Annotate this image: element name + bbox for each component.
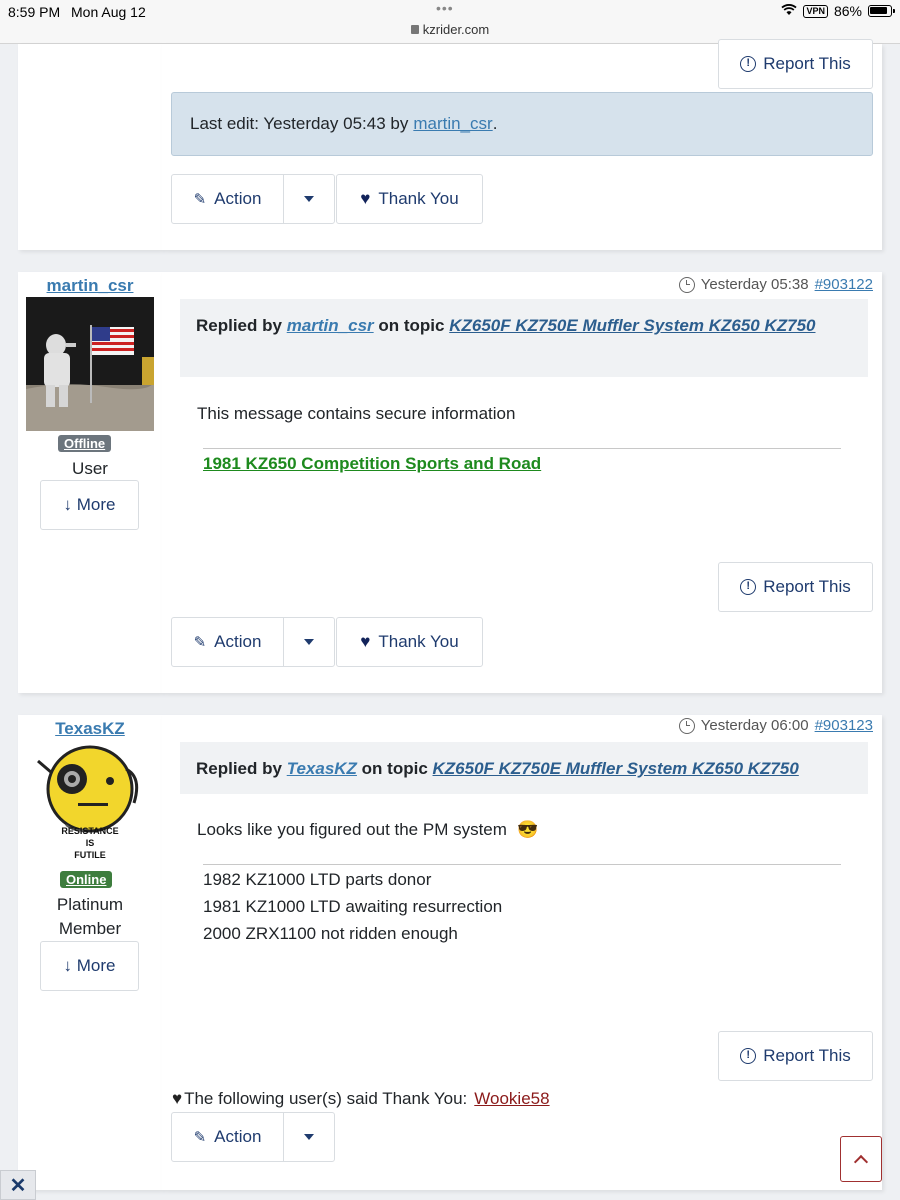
report-button[interactable]: ! Report This xyxy=(718,562,873,612)
joomla-logo-icon[interactable]: ✕ xyxy=(0,1170,36,1200)
caret-down-icon xyxy=(304,196,314,202)
more-button[interactable]: ↓ More xyxy=(40,480,139,530)
reply-header: Replied by TexasKZ on topic KZ650F KZ750… xyxy=(180,742,868,794)
topic-link[interactable]: KZ650F KZ750E Muffler System KZ650 KZ750 xyxy=(433,759,799,778)
reply-user-link[interactable]: martin_csr xyxy=(287,316,374,335)
report-label: Report This xyxy=(763,1046,851,1065)
offline-status-badge[interactable]: Offline xyxy=(58,435,112,452)
action-dropdown-toggle[interactable] xyxy=(283,174,335,224)
action-button[interactable]: ✎ Action xyxy=(171,1112,284,1162)
last-edit-notice: Last edit: Yesterday 05:43 by martin_csr… xyxy=(171,92,873,156)
thanks-list: ♥ The following user(s) said Thank You: … xyxy=(172,1089,550,1109)
url-text: kzrider.com xyxy=(422,22,490,37)
message-column-texaskz: Yesterday 06:00 #903123 Replied by Texas… xyxy=(162,715,882,1190)
message-body: Looks like you figured out the PM system… xyxy=(197,820,539,839)
post-permalink[interactable]: #903123 xyxy=(815,717,873,734)
browser-menu-dots-icon[interactable]: ••• xyxy=(436,0,454,16)
message-body: This message contains secure information xyxy=(197,404,516,423)
post-meta: Yesterday 05:38 #903122 xyxy=(678,276,873,293)
report-button[interactable]: ! Report This xyxy=(718,39,873,89)
reply-header: Replied by martin_csr on topic KZ650F KZ… xyxy=(180,299,868,377)
alert-circle-icon: ! xyxy=(740,56,757,72)
avatar[interactable] xyxy=(26,297,154,431)
battery-icon xyxy=(868,5,895,17)
thank-you-button[interactable]: ♥ Thank You xyxy=(336,617,483,667)
alert-circle-icon: ! xyxy=(740,1048,757,1064)
clock-icon xyxy=(678,276,695,293)
status-bar: 8:59 PM Mon Aug 12 ••• kzrider.com VPN 8… xyxy=(0,0,900,44)
online-status-badge[interactable]: Online xyxy=(60,871,113,888)
status-date: Mon Aug 12 xyxy=(71,4,146,20)
last-edit-text: Last edit: Yesterday 05:43 by xyxy=(190,114,409,133)
status-indicators: VPN 86% xyxy=(781,3,895,19)
wifi-icon xyxy=(781,3,798,19)
action-label: Action xyxy=(214,632,262,651)
signature-link[interactable]: 1981 KZ650 Competition Sports and Road xyxy=(203,454,541,474)
alert-circle-icon: ! xyxy=(740,579,757,595)
message-column-previous: ! Report This Last edit: Yesterday 05:43… xyxy=(162,39,882,250)
username-link[interactable]: TexasKZ xyxy=(18,719,162,739)
topic-link[interactable]: KZ650F KZ750E Muffler System KZ650 KZ750 xyxy=(449,316,815,335)
address-bar[interactable]: kzrider.com xyxy=(0,22,900,37)
vpn-badge: VPN xyxy=(803,4,828,18)
caret-down-icon xyxy=(304,639,314,645)
user-rank: User xyxy=(72,459,108,478)
user-rank: Platinum Member xyxy=(56,895,124,938)
caret-down-icon xyxy=(304,1134,314,1140)
heart-icon: ♥ xyxy=(360,189,371,208)
post-time: Yesterday 05:38 xyxy=(700,276,809,293)
avatar[interactable]: RESISTANCE IS FUTILE xyxy=(26,743,154,873)
pencil-icon: ✎ xyxy=(193,634,207,651)
post-meta: Yesterday 06:00 #903123 xyxy=(678,717,873,734)
thank-label: Thank You xyxy=(378,632,459,651)
chevron-up-icon xyxy=(853,1154,869,1169)
signature-divider xyxy=(203,864,841,865)
post-permalink[interactable]: #903122 xyxy=(815,276,873,293)
heart-icon: ♥ xyxy=(172,1089,183,1108)
battery-percent: 86% xyxy=(833,3,862,19)
action-button[interactable]: ✎ Action xyxy=(171,174,284,224)
report-button[interactable]: ! Report This xyxy=(718,1031,873,1081)
message-column-martin: Yesterday 05:38 #903122 Replied by marti… xyxy=(162,272,882,693)
pencil-icon: ✎ xyxy=(193,1129,207,1146)
action-dropdown-toggle[interactable] xyxy=(283,617,335,667)
post-time: Yesterday 06:00 xyxy=(700,717,809,734)
action-dropdown-toggle[interactable] xyxy=(283,1112,335,1162)
action-button[interactable]: ✎ Action xyxy=(171,617,284,667)
thank-label: Thank You xyxy=(378,189,459,208)
profile-column-texaskz: TexasKZ RESISTANCE IS FUTILE Online Plat… xyxy=(18,715,162,1190)
action-label: Action xyxy=(214,1127,262,1146)
pencil-icon: ✎ xyxy=(193,191,207,208)
more-button[interactable]: ↓ More xyxy=(40,941,139,991)
clock-icon xyxy=(678,717,695,734)
last-edit-user-link[interactable]: martin_csr xyxy=(413,114,492,134)
signature-divider xyxy=(203,448,841,449)
scroll-to-top-button[interactable] xyxy=(840,1136,882,1182)
heart-icon: ♥ xyxy=(360,632,371,651)
thank-you-button[interactable]: ♥ Thank You xyxy=(336,174,483,224)
action-label: Action xyxy=(214,189,262,208)
status-time: 8:59 PM xyxy=(8,4,61,20)
reply-user-link[interactable]: TexasKZ xyxy=(287,759,357,778)
report-label: Report This xyxy=(763,54,851,73)
thanks-user-link[interactable]: Wookie58 xyxy=(474,1089,549,1109)
signature: 1982 KZ1000 LTD parts donor 1981 KZ1000 … xyxy=(203,870,503,943)
lock-icon xyxy=(410,25,419,34)
report-label: Report This xyxy=(763,577,851,596)
sunglasses-emoji-icon: 😎 xyxy=(516,820,539,839)
profile-column-previous xyxy=(18,44,162,250)
profile-column-martin: martin_csr Offline User ↓ More xyxy=(18,272,162,693)
avatar-caption: RESISTANCE IS FUTILE xyxy=(61,826,119,860)
username-link[interactable]: martin_csr xyxy=(18,276,162,296)
